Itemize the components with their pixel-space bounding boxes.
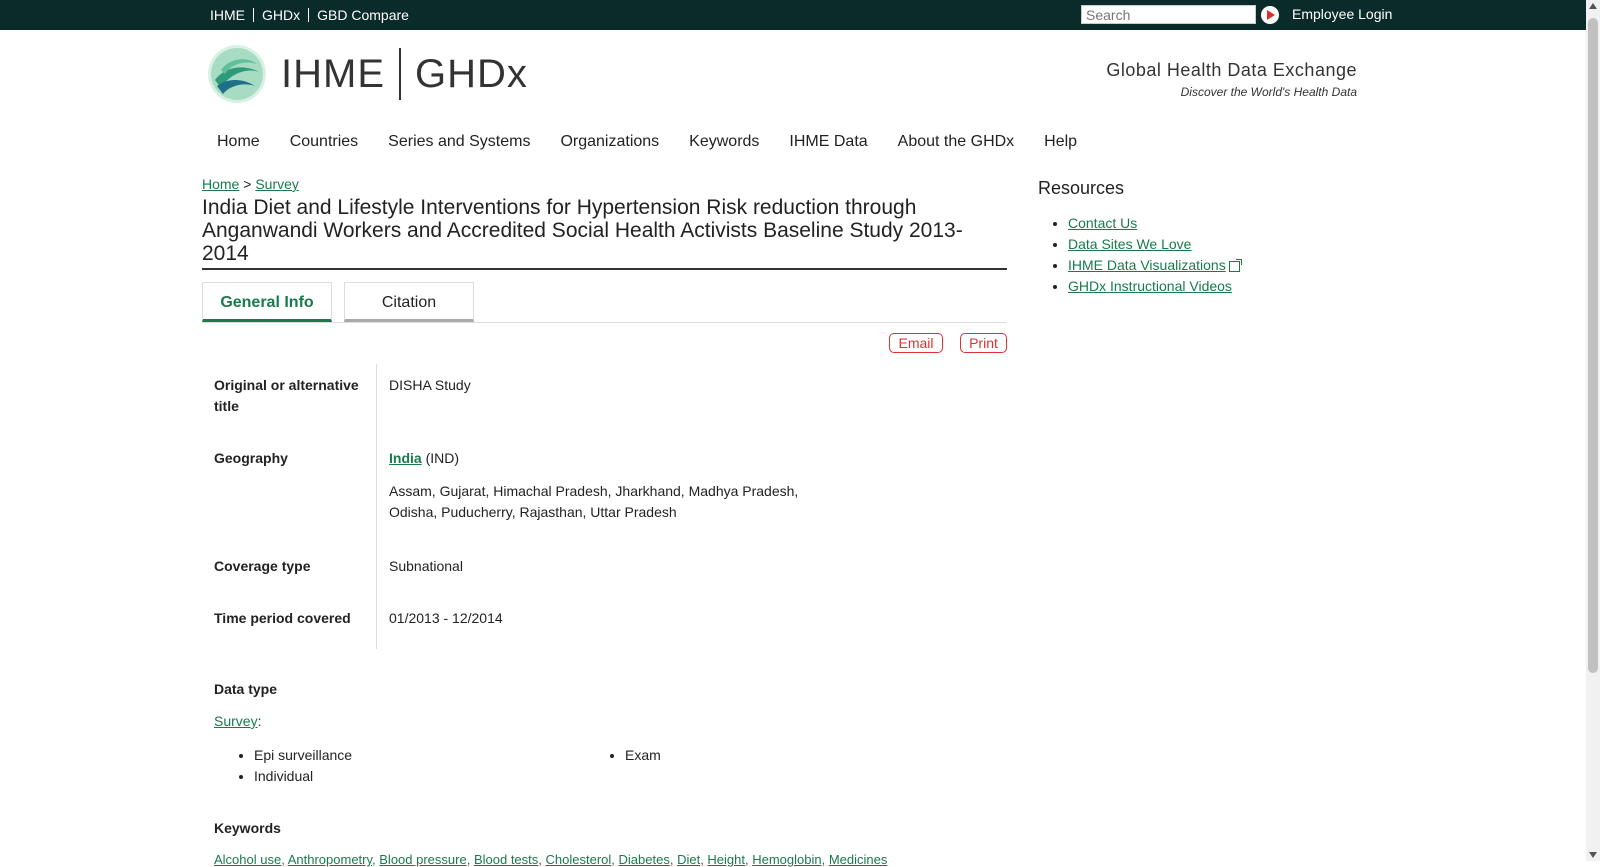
brand-ihme: IHME [281, 51, 385, 96]
top-link-ihme[interactable]: IHME [210, 8, 254, 22]
breadcrumb-home-link[interactable]: Home [202, 176, 239, 192]
coverage-type-value: Subnational [389, 558, 463, 574]
keyword-link[interactable]: Diet [677, 852, 700, 867]
ghdx-videos-link[interactable]: GHDx Instructional Videos [1068, 278, 1232, 294]
resources-item: Data Sites We Love [1068, 234, 1240, 255]
page-scrollbar[interactable] [1586, 0, 1600, 861]
nav-series-and-systems[interactable]: Series and Systems [388, 133, 530, 151]
keyword-link[interactable]: Blood tests [474, 852, 538, 867]
external-link-icon [1228, 258, 1242, 272]
breadcrumb-separator: > [243, 176, 252, 192]
keyword-link[interactable]: Alcohol use [214, 852, 281, 867]
geography-india-link[interactable]: India [389, 450, 422, 466]
tagline-subtitle: Discover the World's Health Data [1180, 85, 1357, 99]
keyword-link[interactable]: Diabetes [619, 852, 670, 867]
top-bar: IHME GHDx GBD Compare Employee Login [0, 0, 1586, 30]
nav-organizations[interactable]: Organizations [560, 133, 659, 151]
data-type-survey: Survey: [214, 713, 261, 729]
geography-label: Geography [214, 450, 288, 466]
brand-divider [399, 48, 401, 100]
brand-ghdx: GHDx [415, 51, 528, 96]
nav-help[interactable]: Help [1044, 133, 1077, 151]
geography-country: India (IND) [389, 448, 809, 469]
data-type-colon: : [257, 713, 262, 729]
alt-title-label: Original or alternative title [214, 377, 359, 414]
employee-login-link[interactable]: Employee Login [1292, 6, 1392, 22]
brand-wordmark[interactable]: IHME GHDx [281, 48, 528, 100]
scroll-down-icon[interactable] [1589, 852, 1597, 858]
data-type-item: Epi surveillance [254, 745, 352, 766]
data-type-survey-link[interactable]: Survey [214, 713, 258, 729]
coverage-type-label: Coverage type [214, 558, 311, 574]
keyword-link[interactable]: Hemoglobin [752, 852, 821, 867]
keywords-list: Alcohol use, Anthropometry, Blood pressu… [214, 852, 888, 867]
tab-bar: General Info Citation [202, 282, 1007, 323]
keywords-label: Keywords [214, 820, 281, 836]
scroll-up-icon[interactable] [1589, 3, 1597, 9]
data-type-item: Individual [254, 766, 352, 787]
email-button[interactable]: Email [889, 333, 943, 353]
tab-citation[interactable]: Citation [344, 282, 474, 322]
site-tagline: Global Health Data Exchange Discover the… [1106, 60, 1357, 99]
nav-ihme-data[interactable]: IHME Data [789, 133, 867, 151]
nav-keywords[interactable]: Keywords [689, 133, 759, 151]
main-nav: Home Countries Series and Systems Organi… [217, 133, 1107, 151]
data-type-label: Data type [214, 681, 278, 697]
print-button[interactable]: Print [960, 333, 1007, 353]
tab-general-info[interactable]: General Info [202, 282, 332, 322]
resources-item: GHDx Instructional Videos [1068, 276, 1240, 297]
keyword-link[interactable]: Blood pressure [379, 852, 466, 867]
contact-us-link[interactable]: Contact Us [1068, 215, 1137, 231]
alt-title-value: DISHA Study [389, 377, 471, 393]
time-period-value: 01/2013 - 12/2014 [389, 610, 503, 626]
data-type-item: Exam [625, 745, 661, 766]
resources-item: Contact Us [1068, 213, 1240, 234]
top-links: IHME GHDx GBD Compare [210, 0, 417, 30]
tagline-title: Global Health Data Exchange [1106, 60, 1357, 80]
data-type-list-2: Exam [609, 745, 661, 766]
keyword-link[interactable]: Anthropometry [288, 852, 372, 867]
geography-regions: Assam, Gujarat, Himachal Pradesh, Jharkh… [389, 483, 799, 520]
top-link-gbd-compare[interactable]: GBD Compare [309, 8, 417, 22]
scrollbar-thumb[interactable] [1588, 18, 1598, 673]
top-link-ghdx[interactable]: GHDx [254, 8, 310, 22]
field-divider [376, 364, 377, 649]
breadcrumb-survey-link[interactable]: Survey [255, 176, 299, 192]
breadcrumb: Home > Survey [202, 176, 299, 192]
keyword-link[interactable]: Medicines [829, 852, 888, 867]
keyword-link[interactable]: Height [707, 852, 745, 867]
nav-about-ghdx[interactable]: About the GHDx [898, 133, 1015, 151]
ihme-logo-icon[interactable] [207, 44, 267, 104]
resources-title: Resources [1038, 178, 1125, 198]
geography-country-code: (IND) [425, 450, 459, 466]
data-sites-link[interactable]: Data Sites We Love [1068, 236, 1191, 252]
data-type-list-1: Epi surveillance Individual [238, 745, 352, 787]
search-submit-icon[interactable] [1261, 6, 1279, 24]
nav-countries[interactable]: Countries [290, 133, 358, 151]
ihme-data-viz-link[interactable]: IHME Data Visualizations [1068, 257, 1226, 273]
resources-item: IHME Data Visualizations [1068, 255, 1242, 276]
keyword-link[interactable]: Cholesterol [546, 852, 612, 867]
page-title: India Diet and Lifestyle Interventions f… [202, 196, 1007, 270]
time-period-label: Time period covered [214, 610, 351, 626]
search-input[interactable] [1081, 5, 1256, 24]
resources-list: Contact Us Data Sites We Love IHME Data … [1052, 213, 1242, 297]
nav-home[interactable]: Home [217, 133, 260, 151]
